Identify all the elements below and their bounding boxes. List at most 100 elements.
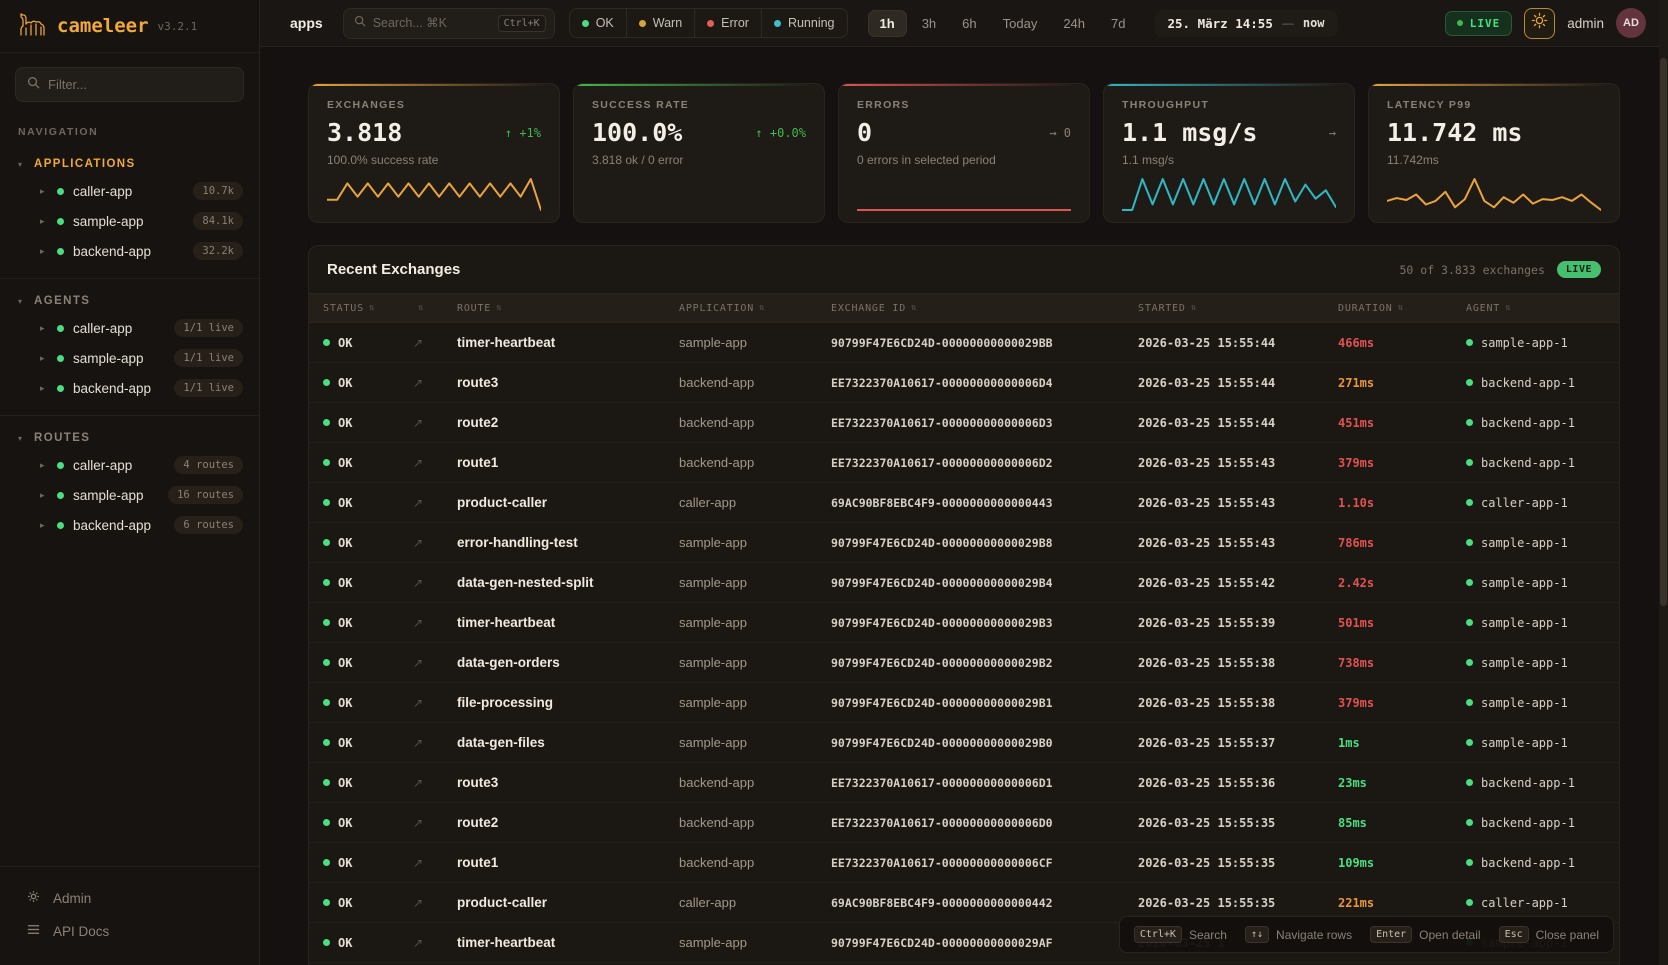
theme-toggle-button[interactable] — [1524, 8, 1555, 39]
expand-cell[interactable] — [413, 694, 457, 712]
stat-card: SUCCESS RATE 100.0% ↑ +0.0% 3.818 ok / 0… — [573, 83, 825, 223]
section-head-applications[interactable]: ▾ APPLICATIONS — [0, 152, 259, 176]
sidebar-filter[interactable] — [15, 67, 244, 102]
table-row[interactable]: OK timer-heartbeat sample-app 90799F47E6… — [309, 603, 1619, 643]
global-search[interactable]: Ctrl+K — [343, 8, 555, 39]
section-head-routes[interactable]: ▾ ROUTES — [0, 426, 259, 450]
time-range-1h[interactable]: 1h — [868, 10, 907, 37]
sidebar-filter-input[interactable] — [48, 77, 232, 92]
table-row[interactable]: OK route2 backend-app EE7322370A10617-00… — [309, 803, 1619, 843]
expand-cell[interactable] — [413, 534, 457, 552]
keyboard-hint: Esc Close panel — [1499, 926, 1599, 943]
expand-cell[interactable] — [413, 414, 457, 432]
table-row[interactable]: OK data-gen-nested-split sample-app 9079… — [309, 563, 1619, 603]
table-row[interactable]: OK route3 backend-app EE7322370A10617-00… — [309, 763, 1619, 803]
sidebar-item-api-docs[interactable]: API Docs — [0, 915, 259, 947]
caret-down-icon: ▾ — [18, 297, 22, 306]
gear-icon — [26, 889, 41, 907]
status-filter-chip[interactable]: Error — [694, 9, 761, 37]
table-row[interactable]: OK data-gen-orders sample-app 90799F47E6… — [309, 643, 1619, 683]
table-row[interactable]: OK data-gen-files sample-app 90799F47E6C… — [309, 723, 1619, 763]
status-filter-chip[interactable]: Running — [761, 9, 847, 37]
column-header-status[interactable]: STATUS⇅ — [323, 303, 413, 314]
table-row[interactable]: OK route3 backend-app EE7322370A10617-00… — [309, 363, 1619, 403]
status-label: OK — [338, 656, 352, 670]
status-filter-chip[interactable]: Warn — [626, 9, 694, 37]
sidebar-item-route[interactable]: ▸ sample-app 16 routes — [0, 480, 259, 510]
avatar[interactable]: AD — [1616, 8, 1646, 38]
scrollbar-track[interactable] — [1659, 0, 1668, 965]
sidebar-item-route[interactable]: ▸ caller-app 4 routes — [0, 450, 259, 480]
table-row[interactable]: OK product-caller caller-app 69AC90BF8EB… — [309, 483, 1619, 523]
search-input[interactable] — [373, 16, 491, 30]
route-cell: data-gen-files — [457, 735, 679, 750]
time-range-24h[interactable]: 24h — [1052, 11, 1096, 36]
sidebar-item-application[interactable]: ▸ caller-app 10.7k — [0, 176, 259, 206]
column-header-duration[interactable]: DURATION⇅ — [1338, 303, 1466, 314]
table-row[interactable]: OK route1 backend-app EE7322370A10617-00… — [309, 443, 1619, 483]
expand-cell[interactable] — [413, 334, 457, 352]
agent-cell: caller-app-1 — [1466, 496, 1619, 510]
live-toggle[interactable]: LIVE — [1445, 11, 1513, 36]
date-range-display[interactable]: 25. März 14:55 — now — [1155, 10, 1338, 37]
time-range-3h[interactable]: 3h — [911, 11, 947, 36]
expand-cell[interactable] — [413, 574, 457, 592]
expand-cell[interactable] — [413, 774, 457, 792]
table-row[interactable]: OK error-handling-test sample-app 90799F… — [309, 523, 1619, 563]
column-header-route[interactable]: ROUTE⇅ — [457, 303, 679, 314]
kbd-hint-label: Open detail — [1419, 928, 1480, 942]
expand-cell[interactable] — [413, 734, 457, 752]
expand-cell[interactable] — [413, 374, 457, 392]
started-cell: 2026-03-25 15:55:42 — [1138, 576, 1338, 590]
stat-card-trend: → 0 — [1043, 126, 1071, 140]
exchange-id-cell: 90799F47E6CD24D-00000000000029B2 — [831, 656, 1138, 670]
status-dot — [323, 659, 330, 666]
table-row[interactable]: OK route1 backend-app EE7322370A10617-00… — [309, 843, 1619, 883]
column-header-exchange-id[interactable]: EXCHANGE ID⇅ — [831, 303, 1138, 314]
scrollbar-thumb[interactable] — [1660, 58, 1667, 606]
sidebar-item-admin[interactable]: Admin — [0, 881, 259, 915]
status-label: OK — [338, 776, 352, 790]
expand-cell[interactable] — [413, 614, 457, 632]
table-row[interactable]: OK file-processing sample-app 90799F47E6… — [309, 683, 1619, 723]
column-header-started[interactable]: STARTED⇅ — [1138, 303, 1338, 314]
keyboard-hints-bar: Ctrl+K Search ↑↓ Navigate rows Enter Ope… — [1119, 916, 1614, 953]
expand-cell[interactable] — [413, 454, 457, 472]
expand-cell[interactable] — [413, 934, 457, 952]
sidebar-item-application[interactable]: ▸ sample-app 84.1k — [0, 206, 259, 236]
status-filter-chip[interactable]: OK — [570, 9, 626, 37]
count-badge: 10.7k — [193, 182, 243, 200]
expand-cell[interactable] — [413, 854, 457, 872]
breadcrumb[interactable]: apps — [290, 15, 323, 31]
column-header-agent[interactable]: AGENT⇅ — [1466, 303, 1619, 314]
stat-card-subtitle: 3.818 ok / 0 error — [592, 153, 806, 167]
sidebar-item-agent[interactable]: ▸ sample-app 1/1 live — [0, 343, 259, 373]
table-live-badge[interactable]: LIVE — [1557, 261, 1601, 278]
sidebar-item-application[interactable]: ▸ backend-app 32.2k — [0, 236, 259, 266]
sidebar: cameleer v3.2.1 NAVIGATION ▾ APPLICATION… — [0, 0, 260, 965]
stat-card: ERRORS 0 → 0 0 errors in selected period — [838, 83, 1090, 223]
time-range-today[interactable]: Today — [992, 11, 1049, 36]
status-dot — [582, 20, 589, 27]
expand-cell[interactable] — [413, 654, 457, 672]
time-range-6h[interactable]: 6h — [951, 11, 987, 36]
column-header-expand[interactable]: ⇅ — [413, 303, 457, 313]
sidebar-item-route[interactable]: ▸ backend-app 6 routes — [0, 510, 259, 540]
user-name[interactable]: admin — [1567, 16, 1604, 31]
sidebar-item-agent[interactable]: ▸ backend-app 1/1 live — [0, 373, 259, 403]
table-row[interactable]: OK route2 backend-app EE7322370A10617-00… — [309, 403, 1619, 443]
sort-icon: ⇅ — [1191, 303, 1197, 313]
expand-cell[interactable] — [413, 894, 457, 912]
sidebar-item-agent[interactable]: ▸ caller-app 1/1 live — [0, 313, 259, 343]
started-cell: 2026-03-25 15:55:44 — [1138, 336, 1338, 350]
expand-cell[interactable] — [413, 494, 457, 512]
kbd-hint-label: Navigate rows — [1276, 928, 1352, 942]
expand-cell[interactable] — [413, 814, 457, 832]
column-header-application[interactable]: APPLICATION⇅ — [679, 303, 831, 314]
time-range-7d[interactable]: 7d — [1100, 11, 1136, 36]
status-filter-group: OK Warn Error Running — [569, 8, 848, 38]
search-shortcut-kbd: Ctrl+K — [498, 15, 546, 32]
section-head-agents[interactable]: ▾ AGENTS — [0, 289, 259, 313]
chevron-right-icon: ▸ — [40, 216, 48, 227]
table-row[interactable]: OK timer-heartbeat sample-app 90799F47E6… — [309, 323, 1619, 363]
